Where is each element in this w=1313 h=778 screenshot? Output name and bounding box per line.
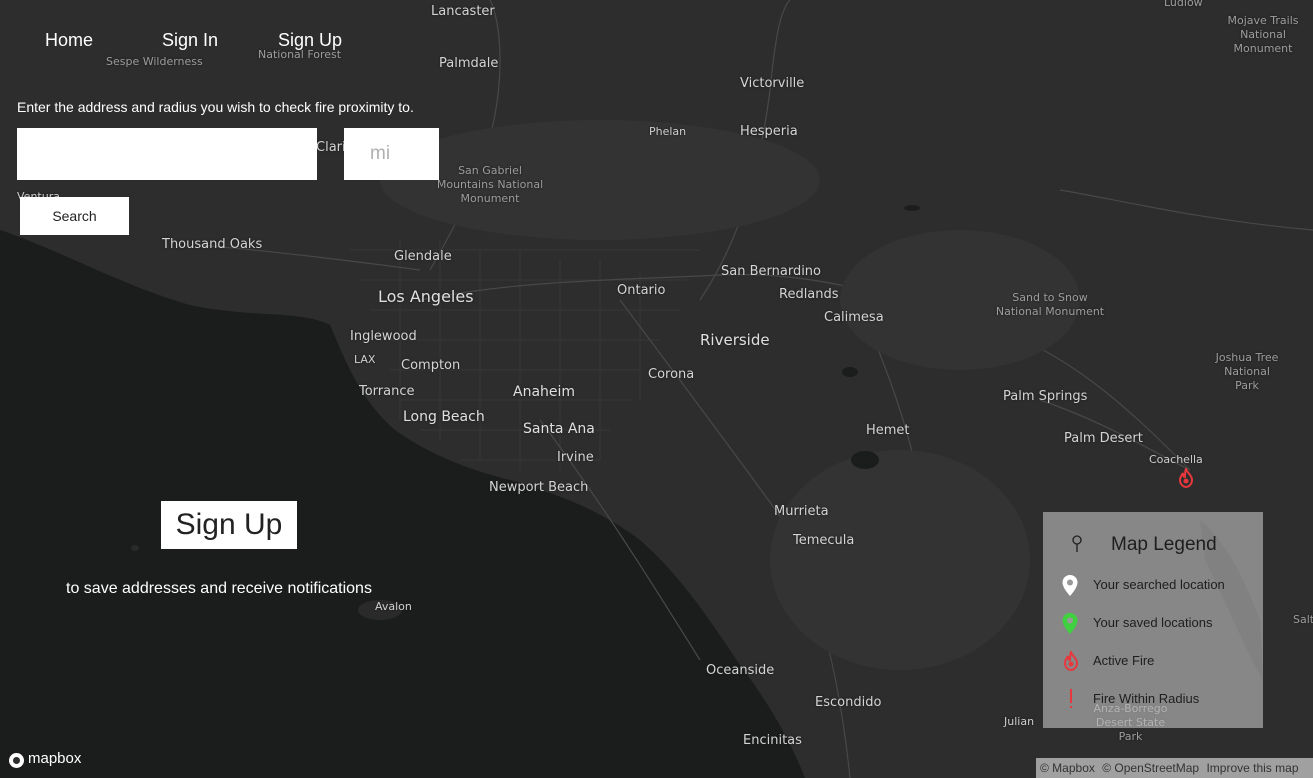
nav-sign-in-link[interactable]: Sign In bbox=[162, 30, 218, 51]
active-fire-marker[interactable] bbox=[1177, 466, 1195, 492]
exclamation-icon bbox=[1070, 689, 1072, 708]
map-label-mojave-trails: Mojave Trails National Monument bbox=[1227, 14, 1299, 55]
map-label-riverside: Riverside bbox=[700, 331, 770, 349]
map-label-salt: Salt bbox=[1293, 613, 1313, 626]
map-label-coachella: Coachella bbox=[1149, 453, 1203, 466]
legend-label: Your saved locations bbox=[1093, 615, 1213, 630]
map-label-ontario: Ontario bbox=[617, 283, 666, 298]
map-label-lancaster: Lancaster bbox=[431, 4, 495, 19]
map-label-julian: Julian bbox=[1004, 715, 1035, 728]
map-label-palm-springs: Palm Springs bbox=[1003, 389, 1088, 404]
legend-title: Map Legend bbox=[1111, 534, 1217, 555]
map-label-ludlow: Ludlow bbox=[1164, 0, 1203, 9]
map-label-anaheim: Anaheim bbox=[513, 384, 576, 400]
map-label-lax: LAX bbox=[354, 353, 376, 366]
improve-map-link[interactable]: Improve this map bbox=[1206, 761, 1298, 775]
map-label-san-gabriel-mountains: San Gabriel Mountains National Monument bbox=[436, 164, 544, 205]
map-label-sand-to-snow: Sand to Snow National Monument bbox=[995, 291, 1105, 318]
map-label-thousand-oaks: Thousand Oaks bbox=[162, 237, 263, 252]
map-label-glendale: Glendale bbox=[394, 249, 452, 264]
map-label-avalon: Avalon bbox=[375, 600, 412, 613]
map-legend: Map Legend Your searched location Your s… bbox=[1043, 512, 1263, 728]
nav-sign-up-link[interactable]: Sign Up bbox=[278, 30, 342, 51]
mapbox-logo-icon bbox=[9, 753, 24, 768]
legend-label: Your searched location bbox=[1093, 577, 1225, 592]
legend-item-active-fire: Active Fire bbox=[1043, 650, 1263, 674]
search-instruction: Enter the address and radius you wish to… bbox=[17, 99, 414, 115]
legend-item-fire-within-radius: Fire Within Radius bbox=[1043, 688, 1263, 712]
mapbox-attribution-link[interactable]: © Mapbox bbox=[1040, 761, 1095, 775]
map-label-palm-desert: Palm Desert bbox=[1064, 431, 1143, 446]
map-label-calimesa: Calimesa bbox=[824, 310, 884, 325]
map-label-inglewood: Inglewood bbox=[350, 329, 417, 344]
map-label-torrance: Torrance bbox=[359, 384, 415, 399]
map-label-escondido: Escondido bbox=[815, 695, 882, 710]
map-label-long-beach: Long Beach bbox=[403, 409, 485, 425]
map-label-los-angeles: Los Angeles bbox=[378, 287, 474, 306]
map-label-clari: Clari bbox=[316, 140, 346, 155]
legend-header: Map Legend bbox=[1043, 532, 1263, 558]
map-label-redlands: Redlands bbox=[779, 287, 839, 302]
signup-note: to save addresses and receive notificati… bbox=[66, 580, 372, 597]
map-label-corona: Corona bbox=[648, 367, 695, 382]
map-label-murrieta: Murrieta bbox=[774, 504, 829, 519]
map-label-encinitas: Encinitas bbox=[743, 733, 802, 748]
map-label-joshua-tree: Joshua Tree National Park bbox=[1215, 351, 1279, 392]
map-label-palmdale: Palmdale bbox=[439, 56, 499, 71]
mapbox-logo-text: mapbox bbox=[28, 750, 82, 767]
map-label-sespe-wilderness: Sespe Wilderness bbox=[106, 55, 203, 68]
pin-outline-icon bbox=[1072, 535, 1082, 552]
legend-label: Fire Within Radius bbox=[1093, 691, 1200, 706]
map-label-victorville: Victorville bbox=[740, 76, 805, 91]
fire-icon bbox=[1178, 466, 1194, 489]
osm-attribution-link[interactable]: © OpenStreetMap bbox=[1102, 761, 1199, 775]
map-label-temecula: Temecula bbox=[793, 533, 855, 548]
map-label-newport-beach: Newport Beach bbox=[489, 480, 589, 495]
white-pin-icon bbox=[1062, 575, 1078, 596]
map-label-san-bernardino: San Bernardino bbox=[721, 264, 822, 279]
nav-home-link[interactable]: Home bbox=[45, 30, 93, 51]
green-pin-icon bbox=[1062, 613, 1078, 634]
legend-label: Active Fire bbox=[1093, 653, 1155, 668]
fire-icon bbox=[1063, 651, 1079, 671]
map-label-phelan: Phelan bbox=[649, 125, 687, 138]
map-label-hemet: Hemet bbox=[866, 423, 910, 438]
address-input[interactable] bbox=[17, 128, 317, 180]
map-label-oceanside: Oceanside bbox=[706, 663, 775, 678]
map-label-hesperia: Hesperia bbox=[740, 124, 798, 139]
map-label-irvine: Irvine bbox=[557, 450, 594, 465]
signup-cta-button[interactable]: Sign Up bbox=[161, 501, 297, 549]
map-label-santa-ana: Santa Ana bbox=[523, 421, 595, 437]
radius-input[interactable] bbox=[344, 128, 439, 180]
map-attribution: © Mapbox © OpenStreetMap Improve this ma… bbox=[1036, 758, 1313, 778]
legend-item-saved-locations: Your saved locations bbox=[1043, 612, 1263, 636]
search-button[interactable]: Search bbox=[20, 197, 129, 235]
legend-item-searched-location: Your searched location bbox=[1043, 574, 1263, 598]
map-label-compton: Compton bbox=[401, 358, 461, 373]
